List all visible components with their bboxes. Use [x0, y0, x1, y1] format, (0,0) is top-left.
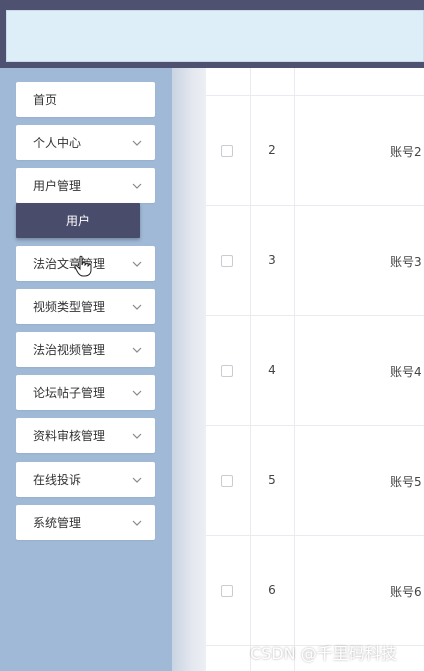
- chevron-down-icon: [131, 258, 143, 270]
- chevron-down-icon: [131, 387, 143, 399]
- table-row: 6 账号6: [206, 536, 424, 646]
- row-index: 5: [268, 473, 276, 487]
- table-row: 2 账号2: [206, 96, 424, 206]
- row-checkbox[interactable]: [221, 255, 233, 267]
- content-gutter: [172, 68, 206, 671]
- chevron-down-icon: [131, 517, 143, 529]
- chevron-down-icon: [131, 344, 143, 356]
- submenu-item-label: 用户: [65, 214, 90, 228]
- header-strip: [6, 10, 424, 62]
- data-table: 2 账号2 3 账号3 4 账号4 5 账号5 6 账号6: [206, 68, 424, 671]
- table-row: 5 账号5: [206, 426, 424, 536]
- sidebar-item-home[interactable]: 首页: [16, 82, 155, 117]
- sidebar-item-complaints[interactable]: 在线投诉: [16, 462, 155, 497]
- row-checkbox[interactable]: [221, 145, 233, 157]
- chevron-down-icon: [131, 430, 143, 442]
- hand-cursor-icon: [74, 255, 92, 277]
- submenu-item-user[interactable]: 用户: [16, 203, 140, 238]
- sidebar-item-system-management[interactable]: 系统管理: [16, 505, 155, 540]
- row-account: 账号2: [390, 145, 422, 159]
- sidebar-item-label: 论坛帖子管理: [33, 386, 106, 400]
- chevron-down-icon: [131, 137, 143, 149]
- row-checkbox[interactable]: [221, 585, 233, 597]
- sidebar-item-label: 法治文章管理: [33, 257, 106, 271]
- sidebar-item-label: 个人中心: [33, 136, 82, 150]
- sidebar-item-personal-center[interactable]: 个人中心: [16, 125, 155, 160]
- row-index: 4: [268, 363, 276, 377]
- sidebar-item-label: 在线投诉: [33, 473, 82, 487]
- row-index: 3: [268, 253, 276, 267]
- sidebar-item-label: 首页: [33, 93, 58, 107]
- sidebar-item-label: 视频类型管理: [33, 300, 106, 314]
- sidebar-item-forum-management[interactable]: 论坛帖子管理: [16, 375, 155, 410]
- row-account: 账号4: [390, 365, 422, 379]
- sidebar-item-review-management[interactable]: 资料审核管理: [16, 418, 155, 453]
- chevron-down-icon: [131, 180, 143, 192]
- row-checkbox[interactable]: [221, 365, 233, 377]
- chevron-down-icon: [131, 474, 143, 486]
- chevron-down-icon: [131, 301, 143, 313]
- row-account: 账号5: [390, 475, 422, 489]
- row-index: 6: [268, 583, 276, 597]
- table-row: 3 账号3: [206, 206, 424, 316]
- table-row: [206, 68, 424, 96]
- row-index: 2: [268, 143, 276, 157]
- row-checkbox[interactable]: [221, 475, 233, 487]
- sidebar-item-label: 法治视频管理: [33, 343, 106, 357]
- sidebar-item-label: 资料审核管理: [33, 429, 106, 443]
- row-account: 账号6: [390, 585, 422, 599]
- sidebar-item-video-management[interactable]: 法治视频管理: [16, 332, 155, 367]
- sidebar-item-label: 用户管理: [33, 179, 82, 193]
- sidebar-item-user-management[interactable]: 用户管理: [16, 168, 155, 203]
- table-row: 4 账号4: [206, 316, 424, 426]
- sidebar-item-video-type-management[interactable]: 视频类型管理: [16, 289, 155, 324]
- row-account: 账号3: [390, 255, 422, 269]
- top-bar: [0, 0, 424, 68]
- watermark: CSDN @千里码科技: [250, 644, 397, 663]
- sidebar-item-label: 系统管理: [33, 516, 82, 530]
